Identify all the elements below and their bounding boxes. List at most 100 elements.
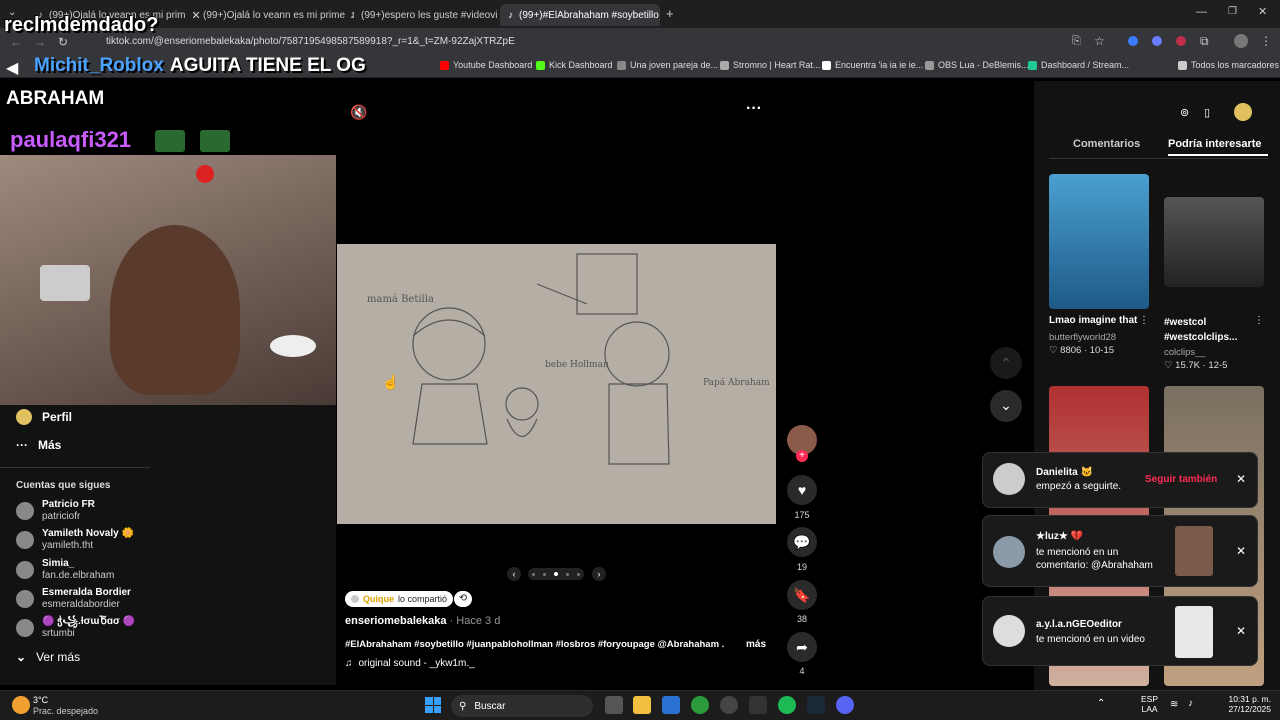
wifi-icon[interactable]: ≋ bbox=[1170, 699, 1178, 710]
url-field[interactable]: tiktok.com/@enseriomebalekaka/photo/7587… bbox=[84, 33, 1124, 51]
follow-plus-icon[interactable]: + bbox=[796, 450, 808, 462]
notification-card[interactable]: a.y.l.a.nGEOeditor te mencionó en un vid… bbox=[982, 596, 1258, 666]
weather-icon[interactable] bbox=[12, 696, 30, 714]
close-icon[interactable]: ✕ bbox=[1236, 624, 1246, 638]
bookmark-label: Todos los marcadores bbox=[1191, 60, 1280, 70]
tab-recommended[interactable]: Podría interesarte bbox=[1168, 138, 1262, 150]
post-photo[interactable]: mamá Betilla bebe Hollman Papá Abraham bbox=[337, 244, 776, 524]
followed-account[interactable]: Yamileth Novaly 🌼 yamileth.tht bbox=[16, 528, 134, 551]
extension-icon[interactable] bbox=[1176, 36, 1186, 46]
close-icon[interactable]: ✕ bbox=[1236, 544, 1246, 558]
menu-kebab-icon[interactable]: ⋮ bbox=[1260, 34, 1272, 48]
tab-4-active[interactable]: ♪(99+)#ElAbrahaham #soybetillo✕ bbox=[500, 4, 660, 26]
clock[interactable]: 10:31 p. m. 27/12/2025 bbox=[1225, 694, 1271, 714]
store-icon[interactable] bbox=[662, 696, 680, 714]
scroll-down-button[interactable]: ⌄ bbox=[990, 390, 1022, 422]
video-more-icon[interactable]: ⋮ bbox=[1254, 315, 1264, 326]
overlay-user2: paulaqfi321 bbox=[10, 127, 132, 152]
chrome-icon[interactable] bbox=[691, 696, 709, 714]
followed-account[interactable]: Patricio FR patriciofr bbox=[16, 499, 95, 522]
compass-icon[interactable]: ⊚ bbox=[1180, 106, 1189, 119]
app-icon[interactable] bbox=[720, 696, 738, 714]
task-view-icon[interactable] bbox=[605, 696, 623, 714]
bookmark-item[interactable]: Kick Dashboard bbox=[536, 60, 613, 70]
video-title[interactable]: #westcol #westcolclips... bbox=[1164, 315, 1259, 345]
video-title[interactable]: Lmao imagine that bbox=[1049, 315, 1137, 326]
reload-icon[interactable]: ↻ bbox=[58, 35, 68, 49]
video-thumbnail[interactable] bbox=[1164, 197, 1264, 287]
bookmark-item[interactable]: Stromno | Heart Rat... bbox=[720, 60, 820, 70]
tab-comments[interactable]: Comentarios bbox=[1073, 138, 1140, 150]
device-icon[interactable]: ▯ bbox=[1204, 106, 1210, 119]
bookmark-item[interactable]: Youtube Dashboard bbox=[440, 60, 532, 70]
video-user[interactable]: butterflyworld28 bbox=[1049, 332, 1116, 343]
language-indicator[interactable]: ESP LAA bbox=[1141, 694, 1158, 714]
divider bbox=[1049, 158, 1269, 159]
bookmark-item[interactable]: Dashboard / Stream... bbox=[1028, 60, 1129, 70]
follow-back-button[interactable]: Seguir también bbox=[1145, 474, 1217, 485]
webcam-plaque bbox=[40, 265, 90, 301]
profile-avatar[interactable] bbox=[1234, 34, 1248, 48]
site-icon bbox=[617, 60, 626, 70]
tab-2[interactable]: ♪(99+)Ojalá lo veann es mi prime✕ bbox=[184, 4, 354, 26]
bookmark-item[interactable]: OBS Lua - DeBlemis... bbox=[925, 60, 1029, 70]
mute-icon[interactable]: 🔇 bbox=[350, 104, 367, 121]
nav-more[interactable]: ··· Más bbox=[16, 438, 61, 452]
scroll-up-button[interactable]: ⌃ bbox=[990, 347, 1022, 379]
window-close-button[interactable]: ✕ bbox=[1258, 5, 1267, 18]
followed-account[interactable]: 🟣 ჭ꧁.ƚσɯႦ̃ɑσ 🟣 srtumbi bbox=[16, 616, 135, 639]
avatar[interactable] bbox=[1234, 103, 1252, 121]
bookmark-item[interactable]: Encuentra 'ia ia ie ie... bbox=[822, 60, 923, 70]
discord-icon[interactable] bbox=[836, 696, 854, 714]
avatar bbox=[993, 536, 1025, 568]
close-icon[interactable]: ✕ bbox=[1236, 472, 1246, 486]
video-more-icon[interactable]: ⋮ bbox=[1139, 315, 1149, 326]
nav-profile[interactable]: Perfil bbox=[16, 409, 72, 425]
search-label: Buscar bbox=[474, 700, 506, 712]
chevron-up-icon[interactable]: ⌃ bbox=[1097, 698, 1105, 709]
spotify-icon[interactable] bbox=[778, 696, 796, 714]
steam-icon[interactable] bbox=[807, 696, 825, 714]
more-icon: ··· bbox=[16, 438, 28, 452]
left-sidebar: Perfil ··· Más Cuentas que sigues Patrici… bbox=[0, 405, 336, 685]
bookmark-folder[interactable]: Todos los marcadores bbox=[1178, 60, 1279, 70]
heart-icon: ♥ bbox=[797, 482, 807, 498]
new-tab-button[interactable]: + bbox=[666, 6, 674, 21]
video-user[interactable]: colclips__ bbox=[1164, 347, 1206, 358]
speaker-icon[interactable]: ♪ bbox=[1188, 698, 1193, 709]
more-options-icon[interactable]: ··· bbox=[746, 100, 762, 118]
sound-link[interactable]: ♫ original sound - _ykw1m._ bbox=[345, 658, 475, 669]
followed-account[interactable]: Simia_ fan.de.elbraham bbox=[16, 558, 114, 581]
taskbar-search[interactable]: ⚲ Buscar bbox=[451, 695, 593, 717]
puzzle-icon[interactable]: ⧉ bbox=[1200, 34, 1209, 49]
like-button[interactable]: ♥ bbox=[787, 475, 817, 505]
extension-icon[interactable] bbox=[1152, 36, 1162, 46]
see-more-button[interactable]: ⌄ Ver más bbox=[16, 650, 80, 664]
notification-card[interactable]: ★luz★ 💔 te mencionó en un comentario: @A… bbox=[982, 515, 1258, 587]
extension-icon[interactable] bbox=[1128, 36, 1138, 46]
bookmark-item[interactable]: Una joven pareja de... bbox=[617, 60, 718, 70]
obs-icon[interactable] bbox=[749, 696, 767, 714]
shared-by-badge[interactable]: Quique lo compartió bbox=[345, 591, 454, 607]
repost-icon[interactable]: ⟲ bbox=[454, 591, 472, 607]
post-author[interactable]: enseriomebalekaka bbox=[345, 615, 447, 627]
bookmark-label: Una joven pareja de... bbox=[630, 60, 719, 70]
account-name: Esmeralda Bordier bbox=[42, 587, 131, 598]
save-button[interactable]: 🔖 bbox=[787, 580, 817, 610]
notification-text: te mencionó en un comentario: @Abrahaham bbox=[1036, 547, 1153, 571]
restore-button[interactable]: ❐ bbox=[1228, 6, 1237, 17]
video-thumbnail[interactable] bbox=[1049, 174, 1149, 309]
share-button[interactable]: ➦ bbox=[787, 632, 817, 662]
back-icon[interactable]: ← bbox=[10, 35, 22, 49]
followed-account[interactable]: Esmeralda Bordier esmeraldabordier bbox=[16, 587, 131, 610]
forward-icon[interactable]: → bbox=[34, 35, 46, 49]
minimize-button[interactable]: — bbox=[1196, 6, 1207, 18]
comment-button[interactable]: 💬 bbox=[787, 527, 817, 557]
carousel-prev-button[interactable]: ‹ bbox=[507, 567, 521, 581]
folder-icon[interactable] bbox=[633, 696, 651, 714]
notification-card[interactable]: Danielita 🐱 empezó a seguirte. Seguir ta… bbox=[982, 452, 1258, 508]
tab-3[interactable]: ♪(99+)espero les guste #videovi✕ bbox=[342, 4, 512, 26]
windows-start-icon[interactable] bbox=[425, 697, 441, 713]
more-link[interactable]: más bbox=[746, 639, 766, 650]
carousel-next-button[interactable]: › bbox=[592, 567, 606, 581]
